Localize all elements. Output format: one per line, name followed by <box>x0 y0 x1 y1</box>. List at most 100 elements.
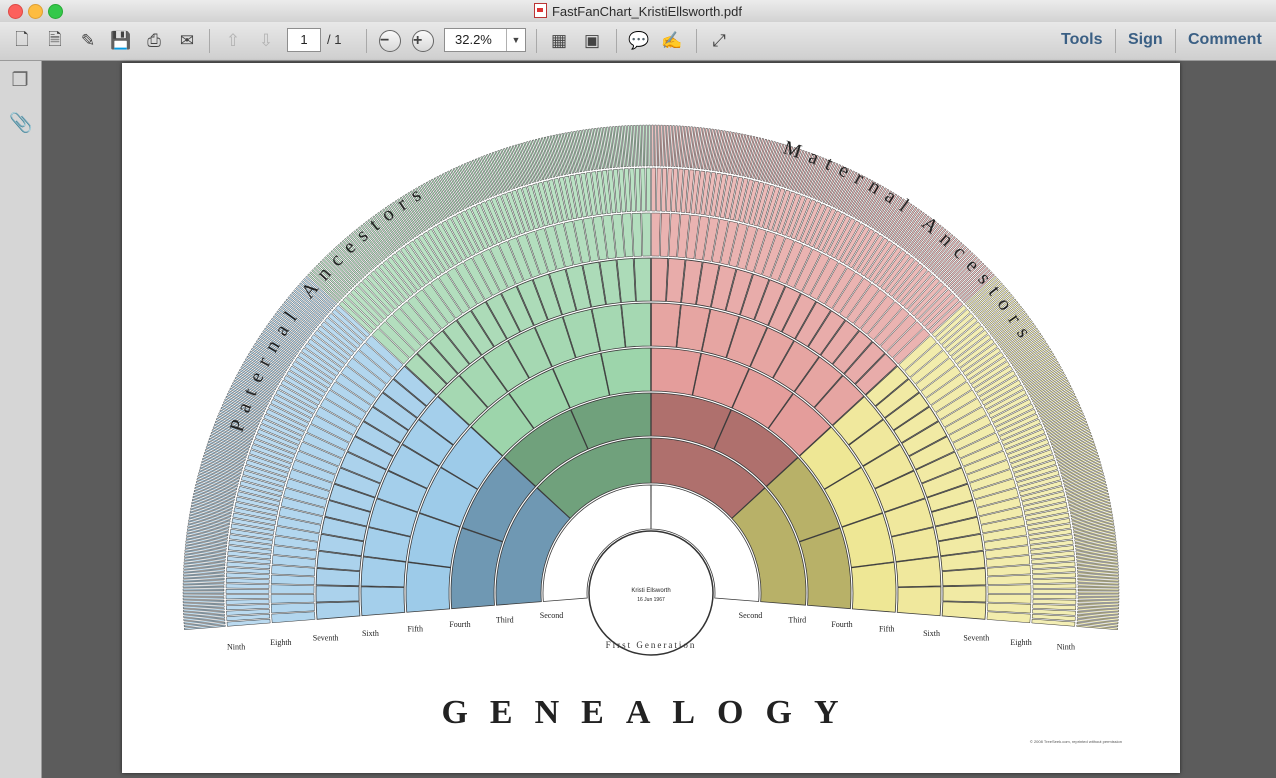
ancestor-cell <box>651 124 654 167</box>
ancestor-cell <box>654 124 657 167</box>
separator <box>209 29 210 53</box>
next-page-icon[interactable]: ⇩ <box>253 28 279 54</box>
email-icon[interactable]: ✉ <box>174 28 200 54</box>
sticky-note-icon[interactable]: 💬 <box>626 28 652 54</box>
ancestor-cell <box>942 585 987 603</box>
pages-panel-icon[interactable]: ❐ <box>9 69 31 91</box>
ancestor-cell <box>315 568 361 587</box>
ancestor-cell <box>1077 600 1120 603</box>
separator <box>696 29 697 53</box>
edit-document-icon[interactable]: ✎ <box>75 28 101 54</box>
previous-page-icon[interactable]: ⇧ <box>220 28 246 54</box>
paternal-generation-label: Eighth <box>270 638 291 647</box>
first-generation-label: First Generation <box>606 640 697 650</box>
fit-width-icon[interactable]: ▣ <box>579 28 605 54</box>
ancestor-cell <box>183 608 225 612</box>
ancestor-cell <box>271 611 316 624</box>
ancestor-cell <box>650 347 702 396</box>
ancestor-cell <box>621 302 652 348</box>
ancestor-cell <box>986 611 1031 624</box>
separator <box>616 29 617 53</box>
comment-button[interactable]: Comment <box>1188 31 1262 49</box>
sign-button[interactable]: Sign <box>1128 31 1163 49</box>
zoom-in-button[interactable]: + <box>410 28 436 54</box>
combine-files-icon[interactable]: 🗎 <box>42 28 68 54</box>
ancestor-cell <box>630 125 635 167</box>
ancestor-cell <box>656 124 660 167</box>
separator <box>1175 29 1176 53</box>
paternal-generation-label: Seventh <box>313 633 339 642</box>
ancestor-cell <box>225 589 270 594</box>
ancestor-cell <box>850 562 897 613</box>
ancestor-cell <box>659 212 671 257</box>
ancestor-cell <box>636 124 640 167</box>
pdf-file-icon <box>533 3 547 18</box>
ancestor-cell <box>1032 604 1077 611</box>
ancestor-cell <box>641 212 651 257</box>
maternal-generation-label: Fourth <box>831 620 852 629</box>
full-screen-icon[interactable]: ⤢ <box>706 28 732 54</box>
ancestor-cell <box>633 257 651 302</box>
maternal-generation-label: Seventh <box>963 633 989 642</box>
maternal-generation-label: Third <box>788 615 806 624</box>
ancestor-cell <box>645 167 651 212</box>
ancestor-cell <box>1077 591 1120 594</box>
fan-chart: Second Second Third Third Fourth Fourth Fifth F… <box>182 124 1122 744</box>
ancestor-cell <box>360 586 406 617</box>
ancestor-cell <box>405 562 452 613</box>
ancestor-cell <box>798 527 852 610</box>
separator <box>536 29 537 53</box>
zoom-select[interactable]: 32.2% ▼ <box>444 28 526 52</box>
ancestor-cell <box>895 556 942 588</box>
ancestor-cell <box>896 586 942 617</box>
window-title-text: FastFanChart_KristiEllsworth.pdf <box>551 4 742 19</box>
create-pdf-icon[interactable]: 🗋 <box>9 28 35 54</box>
ancestor-cell <box>941 568 987 587</box>
chevron-down-icon[interactable]: ▼ <box>506 29 525 51</box>
ancestor-cell <box>631 212 643 257</box>
maternal-generation-label: Second <box>739 611 763 620</box>
ancestor-cell <box>600 347 652 396</box>
ancestor-cell <box>225 594 270 600</box>
ancestor-cell <box>270 584 315 594</box>
pdf-page: Second Second Third Third Fourth Fourth Fifth F… <box>122 63 1180 773</box>
ancestor-cell <box>1032 572 1076 579</box>
ancestor-cell <box>987 602 1032 614</box>
window-title: FastFanChart_KristiEllsworth.pdf <box>0 3 1276 19</box>
zoom-out-button[interactable]: − <box>377 28 403 54</box>
save-icon[interactable]: 💾 <box>108 28 134 54</box>
zoom-value: 32.2% <box>455 32 492 47</box>
center-person-date: 16 Jun 1967 <box>637 597 665 603</box>
ancestor-cell <box>651 167 657 212</box>
attachments-paperclip-icon[interactable]: 📎 <box>9 111 33 134</box>
tools-button[interactable]: Tools <box>1061 31 1102 49</box>
ancestor-cell <box>941 601 987 620</box>
maternal-generation-label: Fifth <box>879 624 895 633</box>
ancestor-cell <box>182 591 225 594</box>
ancestor-cell <box>651 257 669 302</box>
page-total: / 1 <box>327 32 342 47</box>
ancestor-cell <box>650 302 681 348</box>
ancestor-cell <box>315 601 361 620</box>
print-icon[interactable]: ⎙ <box>141 28 167 54</box>
highlight-text-icon[interactable]: ✍ <box>659 28 685 54</box>
ancestor-cell <box>1032 583 1077 589</box>
paternal-generation-label: Ninth <box>227 642 245 651</box>
ancestor-cell <box>656 167 662 212</box>
ancestor-cell <box>1077 608 1119 612</box>
ancestor-cell <box>987 594 1032 604</box>
ancestor-cell <box>640 167 646 212</box>
page-number-input[interactable]: 1 <box>287 28 321 52</box>
paternal-generation-label: Sixth <box>362 629 379 638</box>
separator <box>1115 29 1116 53</box>
ancestor-cell <box>642 124 646 167</box>
ancestor-cell <box>634 167 641 212</box>
ancestor-cell <box>182 594 225 597</box>
ancestor-cell <box>450 527 504 610</box>
ancestor-cell <box>1077 585 1120 589</box>
minus-icon: − <box>379 30 401 52</box>
document-area[interactable]: Second Second Third Third Fourth Fourth Fifth F… <box>42 61 1276 778</box>
fit-page-icon[interactable]: ▦ <box>546 28 572 54</box>
ancestor-cell <box>633 125 637 167</box>
maternal-generation-label: Ninth <box>1057 642 1075 651</box>
